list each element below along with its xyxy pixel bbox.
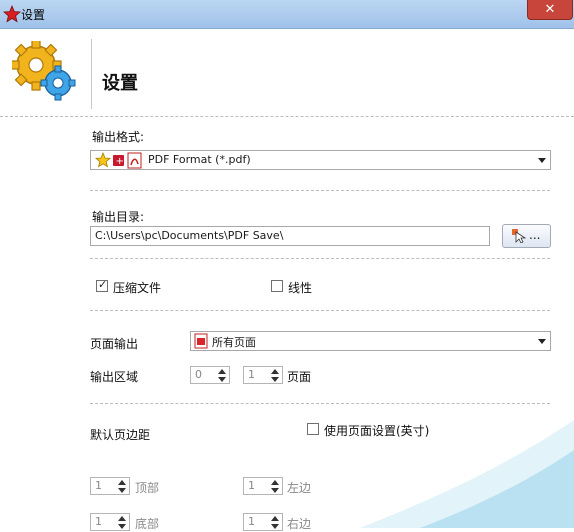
margin-left-label: 左边 [287,481,312,495]
margin-bottom-value: 1 [95,515,102,528]
output-range-label: 输出区域 [90,370,139,384]
margin-left-value: 1 [248,479,255,492]
gears-icon [12,41,76,101]
output-format-select[interactable]: + PDF Format (*.pdf) [90,150,551,170]
margin-right-spinner[interactable]: 1 [243,513,283,531]
divider [90,190,550,191]
chevron-down-icon [538,158,546,163]
spin-up-icon[interactable] [118,516,126,521]
svg-text:+: + [116,156,124,167]
linearize-checkbox[interactable] [271,280,283,292]
spin-up-icon[interactable] [118,480,126,485]
margin-bottom-spinner[interactable]: 1 [90,513,130,531]
close-button[interactable]: ✕ [527,0,573,20]
header-divider [0,116,574,117]
spin-down-icon[interactable] [271,377,279,382]
margin-right-label: 右边 [287,517,312,531]
divider [90,403,550,404]
window-title: 设置 [21,8,46,22]
spin-up-icon[interactable] [218,369,226,374]
star-app-icon [3,5,21,23]
margins-label: 默认页边距 [90,428,151,442]
chevron-down-icon [538,339,546,344]
linearize-label: 线性 [288,281,313,295]
output-format-label: 输出格式: [92,130,145,144]
range-unit-label: 页面 [287,370,312,384]
spin-up-icon[interactable] [271,480,279,485]
use-page-settings-checkbox[interactable] [307,423,319,435]
header: 设置 [0,29,574,115]
margin-left-spinner[interactable]: 1 [243,477,283,495]
output-dir-label: 输出目录: [92,210,145,224]
spin-down-icon[interactable] [271,488,279,493]
browse-label: ... [529,228,541,242]
cursor-browse-icon [512,229,526,243]
margin-bottom-label: 底部 [135,517,160,531]
title-bar: 设置 ✕ [0,0,574,29]
use-page-settings-label: 使用页面设置(英寸) [324,424,430,438]
divider [90,258,550,259]
divider [90,310,550,311]
pdf-page-icon [194,333,208,349]
header-separator [91,39,92,109]
range-to-value: 1 [248,368,255,381]
range-from-spinner[interactable]: 0 [190,366,230,384]
browse-button[interactable]: ... [502,224,551,248]
range-to-spinner[interactable]: 1 [243,366,283,384]
spin-down-icon[interactable] [118,488,126,493]
page-title: 设置 [102,73,138,94]
format-icons: + [95,152,142,169]
output-dir-input[interactable]: C:\Users\pc\Documents\PDF Save\ [90,226,490,246]
compress-checkbox[interactable] [96,278,108,292]
spin-up-icon[interactable] [271,516,279,521]
page-output-label: 页面输出 [90,337,139,351]
spin-up-icon[interactable] [271,369,279,374]
compress-label: 压缩文件 [113,281,162,295]
page-output-select[interactable]: 所有页面 [190,331,551,351]
page-output-value: 所有页面 [212,336,256,349]
range-from-value: 0 [195,368,202,381]
margin-top-spinner[interactable]: 1 [90,477,130,495]
spin-down-icon[interactable] [271,524,279,529]
margin-right-value: 1 [248,515,255,528]
margin-top-label: 顶部 [135,481,160,495]
star-icon [95,152,112,168]
output-format-value: PDF Format (*.pdf) [148,153,251,166]
pdf-icon [127,152,142,169]
spin-down-icon[interactable] [218,377,226,382]
spin-down-icon[interactable] [118,524,126,529]
margin-top-value: 1 [95,479,102,492]
